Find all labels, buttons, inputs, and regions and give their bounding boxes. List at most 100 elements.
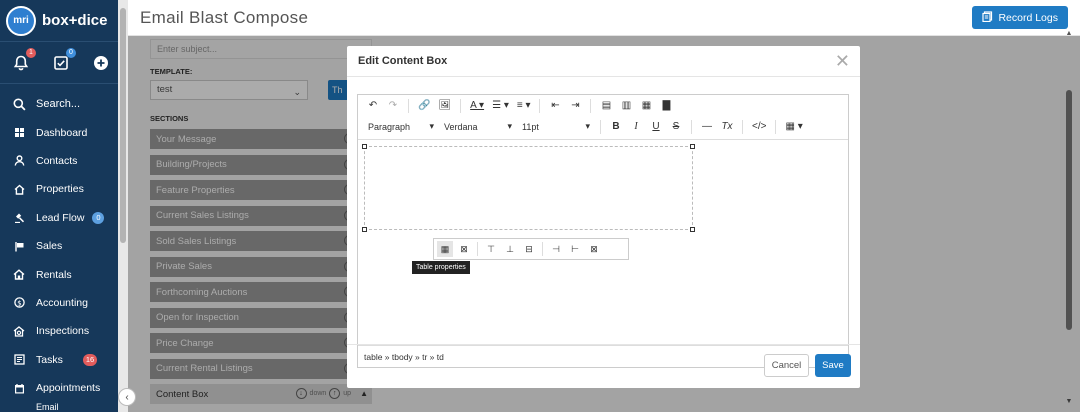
bold-icon[interactable]: B <box>607 119 625 135</box>
table-icon[interactable]: ▦ ▾ <box>782 119 805 135</box>
sidebar-item-email[interactable]: Email <box>0 402 118 412</box>
editor-toolbar-row-1: ↶ ↷ 🔗 🖼 A ▾ ☰ ▾ ≡ ▾ ⇤ ⇥ ▤ ▥ ▦ ▇ <box>358 95 848 116</box>
logs-icon <box>982 10 993 25</box>
format-value: Paragraph <box>368 121 411 132</box>
collapse-sidebar-button[interactable]: ‹ <box>118 388 136 406</box>
sidebar-item-lead-flow[interactable]: Lead Flow 0 <box>0 204 118 232</box>
sidebar-item-label: Accounting <box>36 296 88 309</box>
insert-column-after-icon[interactable]: ⊢ <box>567 241 583 257</box>
cancel-button[interactable]: Cancel <box>764 354 809 377</box>
redo-icon[interactable]: ↷ <box>384 98 402 114</box>
chevron-down-icon: ▾ <box>429 121 434 131</box>
modal-footer: Cancel Save <box>347 344 860 388</box>
task-badge: 0 <box>66 47 76 58</box>
sidebar-item-label: Sales <box>36 240 63 253</box>
text-color-icon[interactable]: A ▾ <box>467 98 487 114</box>
sidebar: mri box+dice 1 0 Search... Dashboard Con… <box>0 0 118 412</box>
tooltip: Table properties <box>412 261 470 274</box>
image-icon[interactable]: 🖼 <box>435 98 454 114</box>
sidebar-scroll-thumb[interactable] <box>120 8 126 243</box>
sidebar-item-label: Dashboard <box>36 126 88 139</box>
font-size-select[interactable]: 11pt ▾ <box>518 119 594 135</box>
align-center-icon[interactable]: ▥ <box>617 98 635 114</box>
sidebar-search[interactable]: Search... <box>0 90 118 118</box>
checklist-icon[interactable]: 0 <box>52 47 76 72</box>
outdent-icon[interactable]: ⇤ <box>546 98 564 114</box>
sidebar-item-rentals[interactable]: Rentals <box>0 260 118 288</box>
calendar-icon <box>12 381 26 395</box>
table-context-toolbar: ▦ ⊠ ⊤ ⊥ ⊟ ⊣ ⊢ ⊠ <box>433 238 629 260</box>
sidebar-item-label: Lead Flow <box>36 211 85 224</box>
resize-handle[interactable] <box>362 144 367 149</box>
page-header: Email Blast Compose <box>128 0 1080 36</box>
delete-table-icon[interactable]: ⊠ <box>456 241 472 257</box>
sidebar-item-label: Properties <box>36 183 84 196</box>
close-icon[interactable]: ✕ <box>835 52 850 70</box>
mri-logo[interactable]: mri <box>6 5 36 36</box>
svg-text:$: $ <box>17 300 21 308</box>
sidebar-item-appointments[interactable]: Appointments <box>0 374 118 402</box>
app-name: box+dice <box>42 12 108 29</box>
editor-content-area[interactable]: ▦ ⊠ ⊤ ⊥ ⊟ ⊣ ⊢ ⊠ Table properties <box>358 139 848 299</box>
plus-circle-icon[interactable] <box>92 54 110 72</box>
align-left-icon[interactable]: ▤ <box>597 98 615 114</box>
person-icon <box>12 154 26 168</box>
search-label: Search... <box>36 98 81 111</box>
numbered-list-icon[interactable]: ≡ ▾ <box>514 98 534 114</box>
sidebar-item-label: Contacts <box>36 154 78 167</box>
insert-column-before-icon[interactable]: ⊣ <box>548 241 564 257</box>
italic-icon[interactable]: I <box>627 119 645 135</box>
gavel-icon <box>12 211 26 225</box>
font-size-value: 11pt <box>522 121 539 132</box>
undo-icon[interactable]: ↶ <box>364 98 382 114</box>
source-code-icon[interactable]: </> <box>749 119 769 135</box>
sidebar-item-dashboard[interactable]: Dashboard <box>0 118 118 146</box>
delete-column-icon[interactable]: ⊠ <box>586 241 602 257</box>
home-icon <box>12 182 26 196</box>
resize-handle[interactable] <box>362 227 367 232</box>
page-title: Email Blast Compose <box>140 7 309 27</box>
resize-handle[interactable] <box>690 227 695 232</box>
font-value: Verdana <box>444 121 478 132</box>
underline-icon[interactable]: U <box>647 119 665 135</box>
sidebar-item-inspections[interactable]: Inspections <box>0 317 118 345</box>
tasks-badge: 16 <box>82 353 98 366</box>
editor-toolbar-row-2: Paragraph ▾ Verdana ▾ 11pt ▾ B I U S — Tx <… <box>358 116 848 137</box>
sidebar-scrollbar[interactable] <box>118 0 128 412</box>
sign-icon <box>12 239 26 253</box>
clear-format-icon[interactable]: Tx <box>718 119 736 135</box>
notification-badge: 1 <box>26 47 36 58</box>
selected-table[interactable] <box>362 144 695 232</box>
sidebar-item-tasks[interactable]: Tasks 16 <box>0 346 118 374</box>
delete-row-icon[interactable]: ⊟ <box>521 241 537 257</box>
align-justify-icon[interactable]: ▇ <box>657 98 675 114</box>
strikethrough-icon[interactable]: S <box>667 119 685 135</box>
logo-row: mri box+dice <box>0 0 118 42</box>
sidebar-item-properties[interactable]: Properties <box>0 175 118 203</box>
dollar-icon: $ <box>12 296 26 310</box>
sidebar-item-sales[interactable]: Sales <box>0 232 118 260</box>
format-select[interactable]: Paragraph ▾ <box>364 119 438 135</box>
sidebar-item-contacts[interactable]: Contacts <box>0 147 118 175</box>
chevron-down-icon: ▾ <box>585 121 590 131</box>
insert-row-after-icon[interactable]: ⊥ <box>502 241 518 257</box>
bullet-list-icon[interactable]: ☰ ▾ <box>489 98 512 114</box>
table-properties-icon[interactable]: ▦ <box>437 241 453 257</box>
resize-handle[interactable] <box>690 144 695 149</box>
modal-header: Edit Content Box <box>347 46 860 77</box>
align-right-icon[interactable]: ▦ <box>637 98 655 114</box>
inspection-icon <box>12 324 26 338</box>
tasks-icon <box>12 353 26 367</box>
sidebar-item-label: Tasks <box>36 353 63 366</box>
font-select[interactable]: Verdana ▾ <box>440 119 516 135</box>
sidebar-item-accounting[interactable]: $ Accounting <box>0 289 118 317</box>
horizontal-rule-icon[interactable]: — <box>698 119 716 135</box>
chevron-left-icon: ‹ <box>125 391 129 403</box>
insert-row-before-icon[interactable]: ⊤ <box>483 241 499 257</box>
sidebar-item-label: Appointments <box>36 382 101 395</box>
record-logs-button[interactable]: Record Logs <box>972 6 1068 29</box>
indent-icon[interactable]: ⇥ <box>566 98 584 114</box>
bell-icon[interactable]: 1 <box>12 47 36 72</box>
link-icon[interactable]: 🔗 <box>415 98 433 114</box>
save-button[interactable]: Save <box>815 354 851 377</box>
